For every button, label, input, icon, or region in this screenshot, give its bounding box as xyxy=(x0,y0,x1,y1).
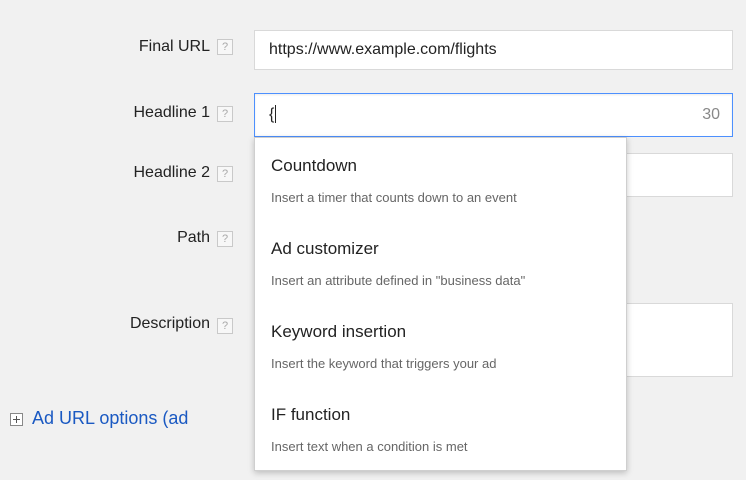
headline-1-label: Headline 1 xyxy=(133,104,211,121)
ad-url-options-toggle[interactable]: Ad URL options (ad xyxy=(10,408,188,429)
description-label: Description xyxy=(129,315,210,332)
final-url-input[interactable]: https://www.example.com/flights xyxy=(254,30,733,70)
dropdown-item-if-function[interactable]: IF function Insert text when a condition… xyxy=(255,387,626,469)
ad-url-options-label: Ad URL options (ad xyxy=(32,408,189,428)
dropdown-item-countdown[interactable]: Countdown Insert a timer that counts dow… xyxy=(255,138,626,220)
dropdown-item-description: Insert the keyword that triggers your ad xyxy=(271,356,497,371)
dropdown-item-title: Ad customizer xyxy=(271,239,379,258)
headline-1-input[interactable]: { 30 xyxy=(254,93,733,137)
dropdown-item-title: Keyword insertion xyxy=(271,322,407,341)
dropdown-item-description: Insert an attribute defined in "business… xyxy=(271,273,526,288)
dropdown-item-description: Insert text when a condition is met xyxy=(271,439,468,454)
path-help-icon[interactable]: ? xyxy=(217,231,233,247)
dropdown-item-ad-customizer[interactable]: Ad customizer Insert an attribute define… xyxy=(255,221,626,303)
headline-2-help-icon[interactable]: ? xyxy=(217,166,233,182)
headline-1-help-icon[interactable]: ? xyxy=(217,106,233,122)
text-caret xyxy=(275,104,277,123)
dropdown-item-keyword-insertion[interactable]: Keyword insertion Insert the keyword tha… xyxy=(255,304,626,386)
headline-1-char-count: 30 xyxy=(702,106,720,123)
plus-box-icon xyxy=(10,413,23,426)
final-url-label: Final URL xyxy=(138,38,210,55)
insert-function-dropdown: Countdown Insert a timer that counts dow… xyxy=(254,137,627,471)
final-url-help-icon[interactable]: ? xyxy=(217,39,233,55)
path-label: Path xyxy=(177,229,210,246)
headline-1-value: { xyxy=(269,106,275,123)
headline-2-label: Headline 2 xyxy=(133,164,211,181)
ad-editor-panel: Final URL ? https://www.example.com/flig… xyxy=(0,0,746,480)
final-url-value: https://www.example.com/flights xyxy=(269,41,497,58)
description-help-icon[interactable]: ? xyxy=(217,318,233,334)
dropdown-item-title: Countdown xyxy=(271,156,358,175)
dropdown-item-description: Insert a timer that counts down to an ev… xyxy=(271,190,517,205)
dropdown-item-title: IF function xyxy=(271,405,351,424)
